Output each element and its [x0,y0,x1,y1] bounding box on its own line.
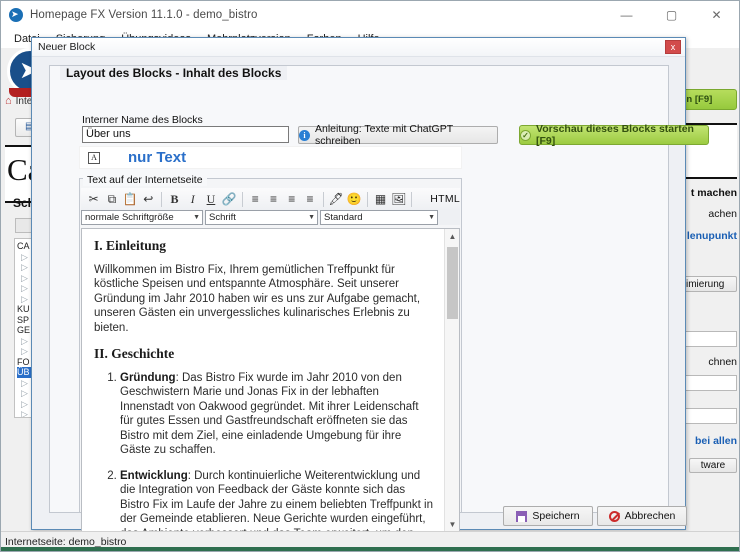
title-bar: Homepage FX Version 11.1.0 - demo_bistro… [1,1,739,29]
background-link-menupunkt[interactable]: lenupunkt [687,230,737,242]
underline-icon[interactable]: U [202,190,219,208]
application-window: Homepage FX Version 11.1.0 - demo_bistro… [0,0,740,552]
editor-content[interactable]: I. Einleitung Willkommen im Bistro Fix, … [82,229,444,532]
background-link-bei-allen[interactable]: bei allen [695,435,737,447]
link-icon[interactable]: 🔗 [221,190,238,208]
close-button[interactable]: ✕ [694,1,739,29]
italic-icon[interactable]: I [184,190,201,208]
font-family-value: Schrift [209,211,236,223]
maximize-button[interactable]: ▢ [649,1,694,29]
dialog-title: Neuer Block [38,41,96,53]
text-block-icon: A [88,151,100,164]
style-select[interactable]: Standard ▼ [320,209,438,225]
editor-list-item: Entwicklung: Durch kontinuierliche Weite… [120,469,434,533]
editor-toolbar: ✂ ⧉ 📋 ↩ B I U 🔗 ≡ ≡ ≡ ≡ 🖋 🙂 ▦ 🖼 HTML [81,188,460,210]
html-view-button[interactable]: HTML [430,193,460,205]
toolbar-divider [241,191,243,207]
new-block-dialog: Neuer Block x Layout des Blocks - Inhalt… [31,37,709,533]
toolbar-divider [322,191,324,207]
preview-block-label: Vorschau dieses Blocks starten [F9] [536,123,694,147]
editor-list-term: Entwicklung [120,469,188,482]
background-button-software[interactable]: tware [689,458,737,473]
status-bar-accent [1,547,739,551]
minimize-button[interactable]: — [604,1,649,29]
chevron-down-icon: ▼ [308,213,315,221]
scroll-up-icon[interactable]: ▲ [445,229,459,244]
editor-scrollbar[interactable]: ▲ ▼ [444,229,459,532]
style-value: Standard [324,211,363,223]
block-type-label: nur Text [128,149,187,166]
save-button[interactable]: Speichern [503,506,593,526]
check-icon: ✓ [520,129,531,141]
background-label-rechnen: chnen [708,356,737,368]
align-center-icon[interactable]: ≡ [265,190,282,208]
editor-paragraph-1: Willkommen im Bistro Fix, Ihrem gemütlic… [94,263,421,334]
font-size-value: normale Schriftgröße [85,211,174,223]
undo-icon[interactable]: ↩ [140,190,157,208]
dialog-close-button[interactable]: x [665,40,681,54]
cancel-icon [608,510,620,522]
background-label-machen-bold: t machen [690,187,737,199]
align-justify-icon[interactable]: ≡ [301,190,318,208]
editor-heading-1: I. Einleitung [94,238,167,253]
editor-group-title: Text auf der Internetseite [83,174,207,186]
block-type-banner: A nur Text [79,146,462,169]
background-home-row: ⌂ Inte [5,95,32,107]
toolbar-divider [367,191,368,207]
toolbar-divider [160,191,162,207]
align-right-icon[interactable]: ≡ [283,190,300,208]
internal-name-label: Interner Name des Blocks [82,114,203,126]
preview-block-button[interactable]: ✓ Vorschau dieses Blocks starten [F9] [519,123,709,147]
background-home-label: Inte [15,95,33,107]
image-icon[interactable]: 🖼 [390,190,407,208]
window-title: Homepage FX Version 11.1.0 - demo_bistro [30,9,258,21]
scrollbar-thumb[interactable] [447,247,458,319]
align-left-icon[interactable]: ≡ [247,190,264,208]
cancel-button-label: Abbrechen [624,510,676,522]
cut-icon[interactable]: ✂ [85,190,102,208]
editor-list-text: : Das Bistro Fix wurde im Jahr 2010 von … [120,371,419,457]
font-family-select[interactable]: Schrift ▼ [205,209,318,225]
info-icon: i [299,129,310,141]
home-icon: ⌂ [5,95,12,107]
editor-heading-2: II. Geschichte [94,346,175,361]
chevron-down-icon: ▼ [193,213,200,221]
editor-list-term: Gründung [120,371,176,384]
chevron-down-icon: ▼ [428,213,435,221]
color-picker-icon[interactable]: 🖋 [328,190,345,208]
save-icon [516,510,528,522]
scroll-down-icon[interactable]: ▼ [445,517,459,532]
save-button-label: Speichern [532,510,580,522]
chatgpt-help-label: Anleitung: Texte mit ChatGPT schreiben [315,123,453,147]
bold-icon[interactable]: B [166,190,183,208]
copy-icon[interactable]: ⧉ [103,190,120,208]
rich-text-editor[interactable]: I. Einleitung Willkommen im Bistro Fix, … [81,228,460,533]
layout-group-title: Layout des Blocks - Inhalt des Blocks [60,66,288,80]
paste-icon[interactable]: 📋 [121,190,138,208]
editor-list-item: Gründung: Das Bistro Fix wurde im Jahr 2… [120,371,434,458]
editor-list: Gründung: Das Bistro Fix wurde im Jahr 2… [94,371,434,533]
chatgpt-help-button[interactable]: i Anleitung: Texte mit ChatGPT schreiben [298,123,498,147]
font-size-select[interactable]: normale Schriftgröße ▼ [81,209,203,225]
toolbar-divider [411,191,413,207]
app-logo-icon [9,7,23,22]
background-label-machen: achen [708,208,737,220]
table-icon[interactable]: ▦ [372,190,389,208]
window-controls: — ▢ ✕ [604,1,739,29]
cancel-button[interactable]: Abbrechen [597,506,687,526]
internal-name-input[interactable]: Über uns [82,126,289,143]
editor-format-selects: normale Schriftgröße ▼ Schrift ▼ Standar… [81,209,460,225]
dialog-title-bar: Neuer Block [32,38,685,57]
emoji-icon[interactable]: 🙂 [346,190,363,208]
status-text: Internetseite: demo_bistro [5,535,127,548]
